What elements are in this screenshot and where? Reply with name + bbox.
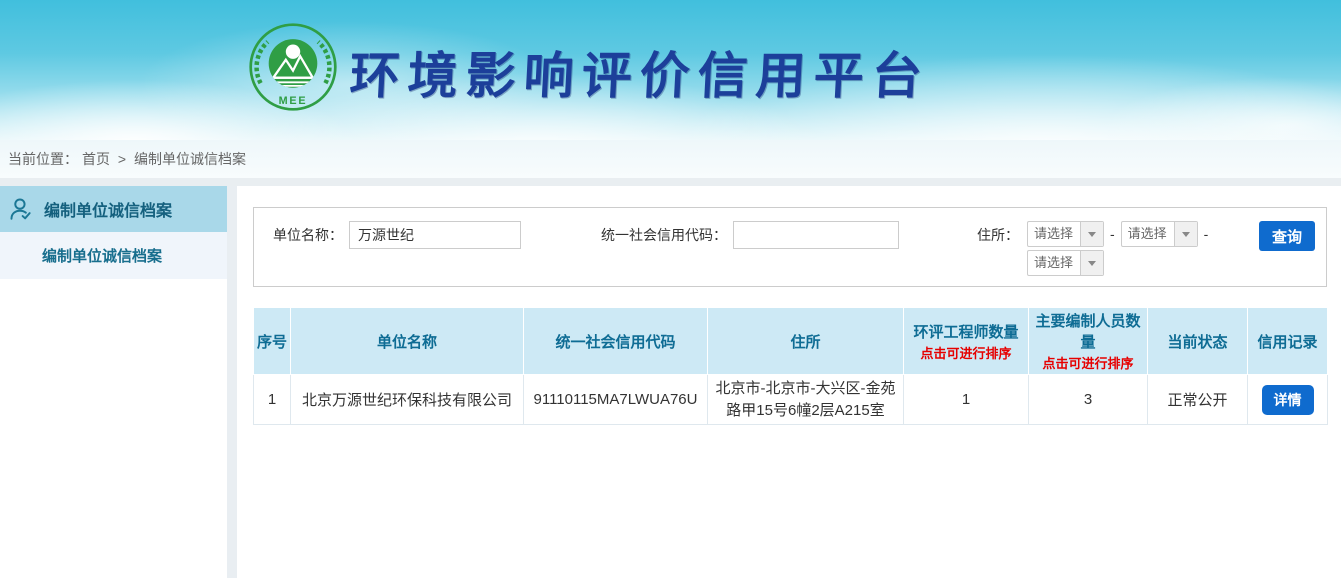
sidebar-item-credit-archive[interactable]: 编制单位诚信档案 xyxy=(0,186,227,232)
table-header-row: 序号 单位名称 统一社会信用代码 住所 环评工程师数量 点击可进行排序 主要编制… xyxy=(254,308,1328,375)
query-button[interactable]: 查询 xyxy=(1259,221,1315,251)
col-header-address: 住所 xyxy=(708,308,904,375)
cell-credit-code: 91110115MA7LWUA76U xyxy=(524,375,708,425)
sort-hint: 点击可进行排序 xyxy=(906,343,1026,362)
sidebar-divider xyxy=(227,186,237,578)
breadcrumb-home-link[interactable]: 首页 xyxy=(82,151,110,167)
city-select[interactable]: 请选择 xyxy=(1121,221,1198,247)
site-title: 环境影响评价信用平台 xyxy=(348,36,932,108)
dash-separator: - xyxy=(1110,226,1115,242)
sort-hint: 点击可进行排序 xyxy=(1031,353,1145,372)
col-header-staff-count-sort[interactable]: 主要编制人员数量 点击可进行排序 xyxy=(1029,308,1148,375)
detail-button[interactable]: 详情 xyxy=(1262,385,1314,415)
province-select-value: 请选择 xyxy=(1028,222,1080,246)
breadcrumb-separator: > xyxy=(118,151,126,167)
sidebar-subitem-credit-archive[interactable]: 编制单位诚信档案 xyxy=(0,232,227,279)
sidebar-subitem-label: 编制单位诚信档案 xyxy=(42,245,162,266)
site-banner: MEE 环境影响评价信用平台 xyxy=(0,0,1341,140)
breadcrumb-prefix: 当前位置： xyxy=(8,151,78,167)
address-label: 住所： xyxy=(977,221,1019,249)
col-header-status: 当前状态 xyxy=(1148,308,1248,375)
content-area: 编制单位诚信档案 编制单位诚信档案 单位名称： 统一社会信用代码： 住所： 请选 xyxy=(0,186,1341,578)
province-select[interactable]: 请选择 xyxy=(1027,221,1104,247)
logo-text: MEE xyxy=(279,95,308,107)
table-row: 1 北京万源世纪环保科技有限公司 91110115MA7LWUA76U 北京市-… xyxy=(254,375,1328,425)
dash-separator: - xyxy=(1204,226,1209,242)
breadcrumb-current: 编制单位诚信档案 xyxy=(134,151,246,167)
chevron-down-icon[interactable] xyxy=(1174,222,1197,246)
sidebar-item-label: 编制单位诚信档案 xyxy=(44,197,172,221)
col-header-credit-code: 统一社会信用代码 xyxy=(524,308,708,375)
credit-code-label: 统一社会信用代码： xyxy=(601,221,727,249)
district-select-value: 请选择 xyxy=(1028,251,1080,275)
address-selects: 请选择 - 请选择 - 请选择 xyxy=(1027,221,1214,276)
breadcrumb: 当前位置：首页 > 编制单位诚信档案 xyxy=(0,140,1341,178)
cell-status: 正常公开 xyxy=(1148,375,1248,425)
results-table: 序号 单位名称 统一社会信用代码 住所 环评工程师数量 点击可进行排序 主要编制… xyxy=(253,307,1328,425)
company-name-input[interactable] xyxy=(349,221,521,249)
user-check-icon xyxy=(8,196,34,222)
main-panel: 单位名称： 统一社会信用代码： 住所： 请选择 - 请选择 xyxy=(237,186,1341,578)
col-header-engineer-count-sort[interactable]: 环评工程师数量 点击可进行排序 xyxy=(904,308,1029,375)
col-header-company-name: 单位名称 xyxy=(291,308,524,375)
district-select[interactable]: 请选择 xyxy=(1027,250,1104,276)
chevron-down-icon[interactable] xyxy=(1080,222,1103,246)
cell-credit-record: 详情 xyxy=(1248,375,1328,425)
col-header-index: 序号 xyxy=(254,308,291,375)
cell-index: 1 xyxy=(254,375,291,425)
cell-engineer-count-link[interactable]: 1 xyxy=(904,375,1029,425)
chevron-down-icon[interactable] xyxy=(1080,251,1103,275)
header-divider xyxy=(0,178,1341,186)
mee-logo-icon: MEE xyxy=(248,22,338,112)
cell-address: 北京市-北京市-大兴区-金苑路甲15号6幢2层A215室 xyxy=(708,375,904,425)
cell-company-name-link[interactable]: 北京万源世纪环保科技有限公司 xyxy=(291,375,524,425)
col-header-credit-record: 信用记录 xyxy=(1248,308,1328,375)
cell-staff-count-link[interactable]: 3 xyxy=(1029,375,1148,425)
city-select-value: 请选择 xyxy=(1122,222,1174,246)
sidebar: 编制单位诚信档案 编制单位诚信档案 xyxy=(0,186,227,578)
company-name-label: 单位名称： xyxy=(273,221,343,249)
search-panel: 单位名称： 统一社会信用代码： 住所： 请选择 - 请选择 xyxy=(253,207,1327,287)
credit-code-input[interactable] xyxy=(733,221,899,249)
